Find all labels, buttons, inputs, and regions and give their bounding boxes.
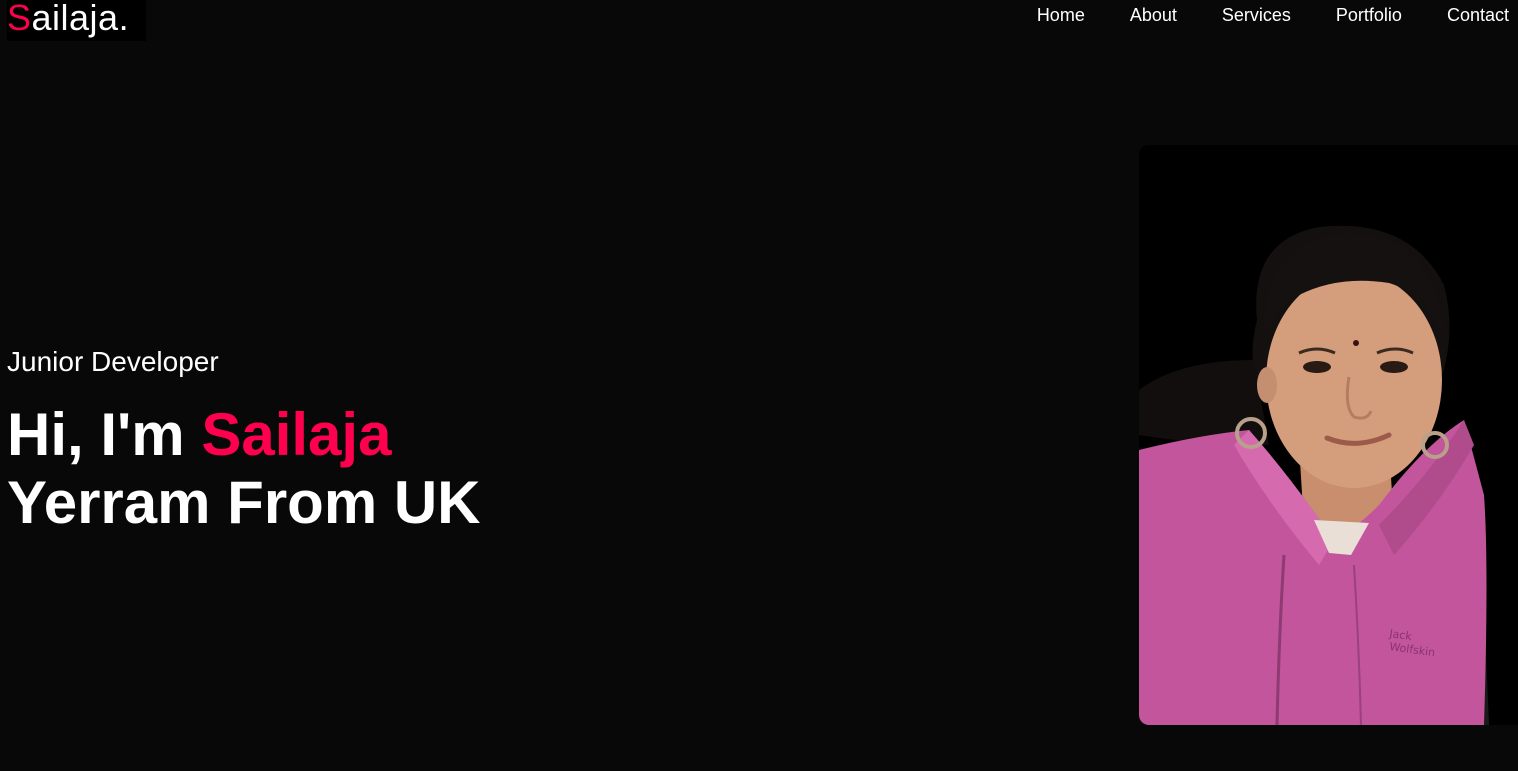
greeting: Hi, I'm [7, 401, 185, 468]
nav-portfolio[interactable]: Portfolio [1336, 5, 1402, 25]
profile-photo: Jack Wolfskin [1139, 145, 1518, 725]
nav-about[interactable]: About [1130, 5, 1177, 25]
hero-headline: Hi, I'm Sailaja Yerram From UK [7, 401, 481, 537]
site-logo[interactable]: Sailaja. [7, 0, 146, 41]
name-highlight: Sailaja [201, 401, 392, 468]
nav-services[interactable]: Services [1222, 5, 1291, 25]
nav-contact[interactable]: Contact [1447, 5, 1509, 25]
logo-first-letter: S [7, 0, 32, 38]
page: Sailaja. Home About Services Portfolio C… [0, 0, 1518, 771]
headline-line-2: Yerram From UK [7, 469, 481, 536]
nav-home[interactable]: Home [1037, 5, 1085, 25]
headline-line-1: Hi, I'm Sailaja [7, 401, 481, 469]
role-subtitle: Junior Developer [7, 346, 219, 377]
logo-text: ailaja. [31, 0, 130, 38]
hero-text: Junior Developer Hi, I'm Sailaja Yerram … [7, 345, 481, 537]
main-nav: Home About Services Portfolio Contact [1037, 5, 1509, 25]
